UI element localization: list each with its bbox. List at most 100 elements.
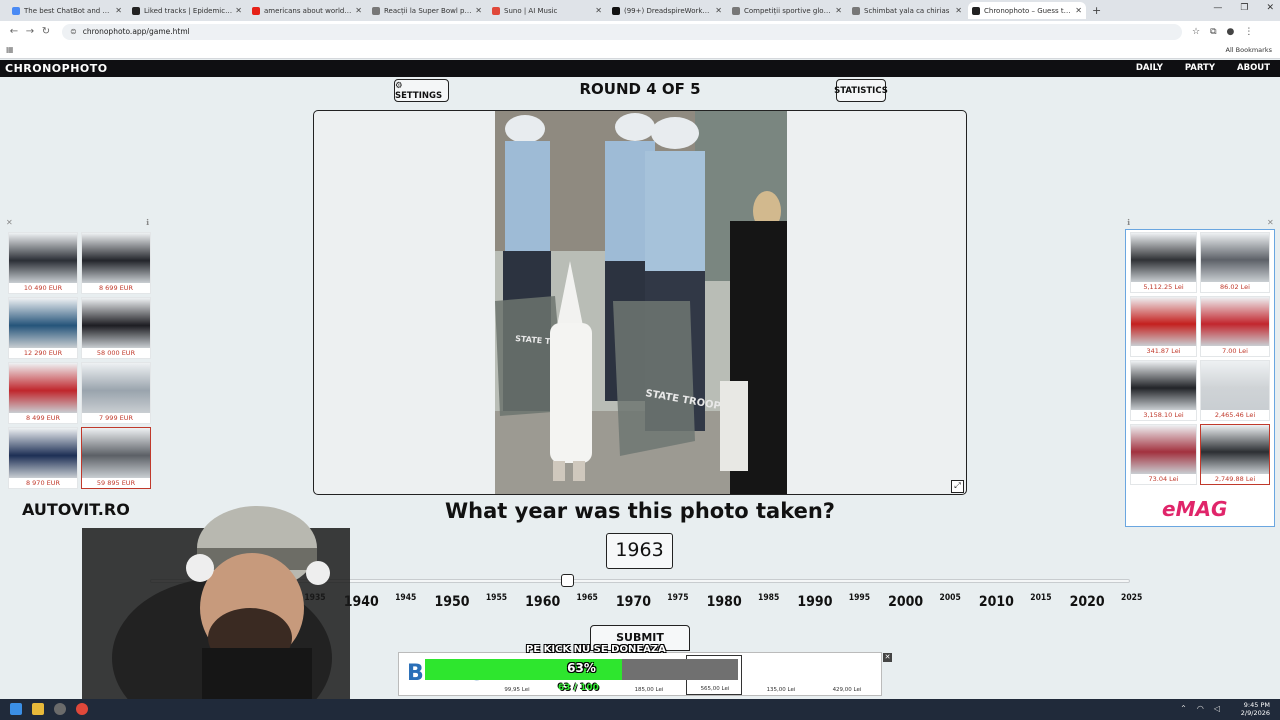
- chevron-up-icon[interactable]: ⌃: [1180, 704, 1187, 713]
- browser-tab[interactable]: Chronophoto – Guess the Year✕: [968, 2, 1086, 19]
- tab-close-icon[interactable]: ✕: [115, 6, 122, 15]
- forward-icon[interactable]: →: [22, 26, 38, 37]
- browser-tab[interactable]: americans about world cup and✕: [248, 2, 366, 19]
- site-logo[interactable]: CHRONOPHOTO: [5, 62, 108, 75]
- ad-product-card[interactable]: 8 499 EUR: [8, 362, 78, 424]
- app-icon[interactable]: [54, 703, 66, 715]
- timeline-major-label: 1990: [797, 594, 833, 610]
- all-bookmarks-link[interactable]: All Bookmarks: [1226, 46, 1272, 54]
- ad-product-card[interactable]: 7.00 Lei: [1200, 296, 1270, 357]
- site-info-icon[interactable]: ⊜: [70, 27, 77, 36]
- tab-close-icon[interactable]: ✕: [1075, 6, 1082, 15]
- ad-product-price: 86.02 Lei: [1220, 283, 1250, 291]
- system-tray: ⌃ ◠ ◁: [1180, 704, 1220, 713]
- ad-info-icon-right[interactable]: ℹ: [1127, 218, 1130, 227]
- ad-product-card[interactable]: 58 000 EUR: [81, 297, 151, 359]
- apps-icon[interactable]: ▦: [6, 45, 14, 54]
- new-tab-button[interactable]: +: [1092, 4, 1101, 17]
- ad-close-icon-right[interactable]: ✕: [1267, 218, 1274, 227]
- ad-product-price: 73.04 Lei: [1148, 475, 1179, 483]
- statistics-button[interactable]: STATISTICS: [834, 79, 888, 102]
- nav-daily[interactable]: DAILY: [1136, 63, 1163, 73]
- back-icon[interactable]: ←: [6, 26, 22, 37]
- ad-product-card[interactable]: 7 999 EUR: [81, 362, 151, 424]
- year-input[interactable]: 1963: [606, 533, 673, 569]
- tab-close-icon[interactable]: ✕: [835, 6, 842, 15]
- file-explorer-icon[interactable]: [32, 703, 44, 715]
- overlay-item[interactable]: 429,00 Lei: [819, 655, 875, 695]
- nav-about[interactable]: ABOUT: [1237, 63, 1270, 73]
- donation-count: 63 / 100: [558, 683, 599, 693]
- fullscreen-icon[interactable]: ⤢: [951, 480, 964, 493]
- ad-product-card[interactable]: 341.87 Lei: [1130, 296, 1197, 357]
- address-bar[interactable]: ⊜ chronophoto.app/game.html: [62, 23, 1182, 40]
- tab-close-icon[interactable]: ✕: [595, 6, 602, 15]
- menu-icon[interactable]: ⋮: [1244, 27, 1253, 37]
- ad-product-card[interactable]: 2,749.88 Lei: [1200, 424, 1270, 485]
- emag-ad-grid: 5,112.25 Lei 86.02 Lei 341.87 Lei 7.00 Lei 3…: [1130, 232, 1270, 485]
- timeline-minor-label: 1965: [576, 593, 598, 603]
- tab-close-icon[interactable]: ✕: [355, 6, 362, 15]
- tab-title: Competiții sportive globale: [744, 6, 833, 15]
- tab-title: Schimbat yala ca chirias: [864, 6, 950, 15]
- browser-tab-strip: The best ChatBot and Widgets✕Liked track…: [0, 0, 1280, 21]
- ad-product-price: 58 000 EUR: [96, 349, 136, 357]
- photo-frame: STATE TROOPER STATE TROOPER ⤢: [313, 110, 967, 495]
- ad-product-card[interactable]: 86.02 Lei: [1200, 232, 1270, 293]
- ad-info-icon[interactable]: ℹ: [146, 218, 149, 227]
- tab-close-icon[interactable]: ✕: [715, 6, 722, 15]
- tab-favicon-icon: [252, 6, 260, 15]
- close-window-icon[interactable]: ✕: [1266, 3, 1274, 13]
- tab-title: The best ChatBot and Widgets: [24, 6, 112, 15]
- settings-button[interactable]: ⚙ SETTINGS: [394, 79, 449, 102]
- ad-product-image: [1201, 297, 1269, 346]
- ad-product-card[interactable]: 8 970 EUR: [8, 427, 78, 489]
- ad-product-card[interactable]: 59 895 EUR: [81, 427, 151, 489]
- emag-logo[interactable]: eMAG: [1162, 497, 1227, 521]
- ad-product-card[interactable]: 5,112.25 Lei: [1130, 232, 1197, 293]
- browser-tab[interactable]: Schimbat yala ca chirias ✕: [848, 2, 966, 19]
- timeline-minor-label: 1995: [848, 593, 871, 603]
- clock-date: 2/9/2026: [1240, 709, 1270, 717]
- browser-tab[interactable]: Competiții sportive globale ✕: [728, 2, 846, 19]
- timeline-major-label: 2000: [888, 594, 924, 610]
- address-row: ← → ↻ ⊜ chronophoto.app/game.html ☆ ⧉ ● …: [0, 21, 1280, 42]
- ad-product-price: 8 699 EUR: [98, 284, 134, 292]
- browser-tab[interactable]: The best ChatBot and Widgets✕: [8, 2, 126, 19]
- ad-product-card[interactable]: 10 490 EUR: [8, 232, 78, 294]
- tab-close-icon[interactable]: ✕: [955, 6, 962, 15]
- browser-tab[interactable]: Liked tracks | Epidemic Sound✕: [128, 2, 246, 19]
- start-icon[interactable]: [10, 703, 22, 715]
- minimize-icon[interactable]: —: [1213, 3, 1222, 13]
- ad-product-image: [9, 428, 77, 478]
- profile-icon[interactable]: ●: [1227, 27, 1235, 37]
- browser-tab[interactable]: Suno | AI Music ✕: [488, 2, 606, 19]
- tab-close-icon[interactable]: ✕: [475, 6, 482, 15]
- maximize-icon[interactable]: ❐: [1240, 3, 1248, 13]
- reload-icon[interactable]: ↻: [38, 26, 54, 37]
- nav-party[interactable]: PARTY: [1185, 63, 1215, 73]
- ad-close-icon[interactable]: ✕: [6, 218, 13, 227]
- extensions-icon[interactable]: ⧉: [1210, 27, 1216, 37]
- network-icon[interactable]: ◠: [1197, 704, 1204, 713]
- ad-product-card[interactable]: 73.04 Lei: [1130, 424, 1197, 485]
- tab-list: The best ChatBot and Widgets✕Liked track…: [8, 2, 1088, 19]
- overlay-close-icon[interactable]: ✕: [883, 653, 892, 662]
- taskbar-clock[interactable]: 9:45 PM 2/9/2026: [1241, 701, 1270, 717]
- tab-favicon-icon: [852, 6, 860, 15]
- year-slider-thumb[interactable]: [561, 574, 575, 587]
- bookmark-star-icon[interactable]: ☆: [1192, 27, 1200, 37]
- timeline-minor-label: 1975: [667, 593, 689, 603]
- ad-product-image: [82, 428, 150, 478]
- browser-tab[interactable]: (99+) DreadspireWorks (@drea✕: [608, 2, 726, 19]
- ad-product-card[interactable]: 3,158.10 Lei: [1130, 360, 1197, 421]
- site-header: CHRONOPHOTO DAILY PARTY ABOUT: [0, 60, 1280, 77]
- ad-product-card[interactable]: 12 290 EUR: [8, 297, 78, 359]
- chrome-icon[interactable]: [76, 703, 88, 715]
- overlay-item[interactable]: 135,00 Lei: [753, 655, 809, 695]
- ad-product-card[interactable]: 8 699 EUR: [81, 232, 151, 294]
- browser-tab[interactable]: Reacții la Super Bowl pe Kick✕: [368, 2, 486, 19]
- ad-product-card[interactable]: 2,465.46 Lei: [1200, 360, 1270, 421]
- tab-close-icon[interactable]: ✕: [235, 6, 242, 15]
- volume-icon[interactable]: ◁: [1214, 704, 1220, 713]
